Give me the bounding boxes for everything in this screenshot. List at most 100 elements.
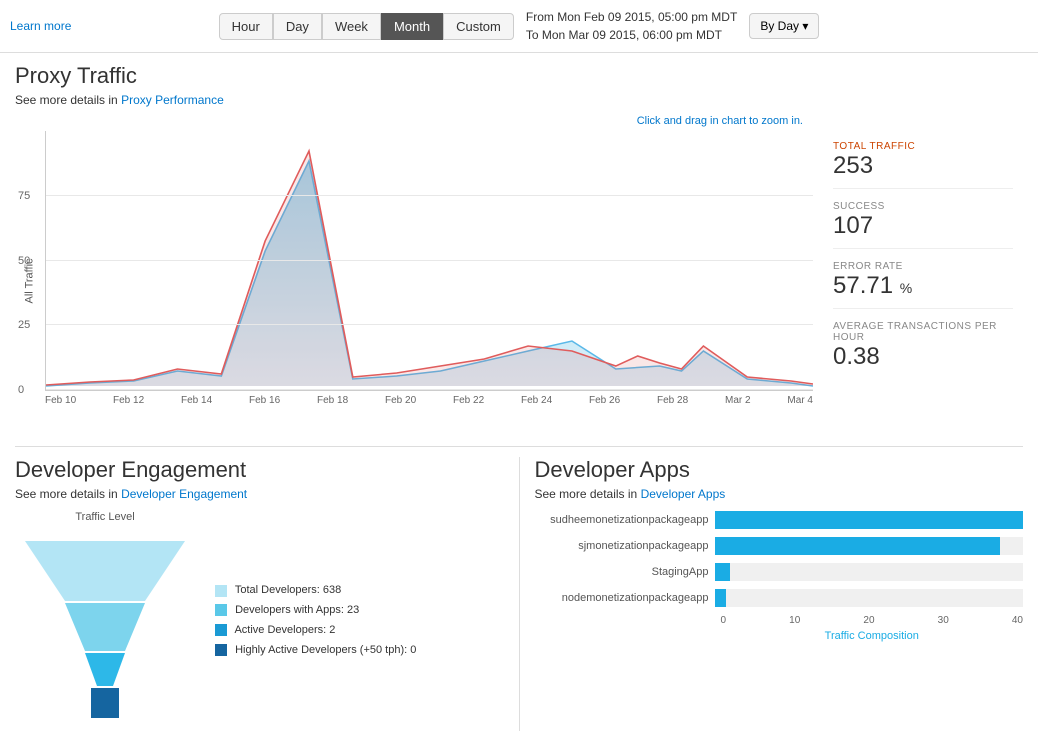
x-axis-title: Traffic Composition [721, 630, 1024, 642]
zoom-hint: Click and drag in chart to zoom in. [15, 115, 1023, 127]
proxy-performance-link[interactable]: Proxy Performance [121, 93, 224, 107]
x-tick-40: 40 [1012, 615, 1023, 626]
bar-row-3: nodemonetizationpackageapp [545, 589, 1024, 607]
x-label-feb16: Feb 16 [249, 395, 280, 406]
funnel-wrapper: Traffic Level [15, 511, 195, 731]
x-label-feb22: Feb 22 [453, 395, 484, 406]
bottom-sections: Developer Engagement See more details in… [15, 446, 1023, 731]
x-tick-0: 0 [721, 615, 727, 626]
legend-dot-0 [215, 585, 227, 597]
funnel-label: Traffic Level [15, 511, 195, 523]
avg-trans-value: 0.38 [833, 343, 1013, 371]
bar-chart-area: sudheemonetizationpackageapp sjmonetizat… [535, 511, 1024, 642]
bar-track-3 [715, 589, 1024, 607]
by-day-button[interactable]: By Day ▾ [749, 13, 819, 39]
legend-dot-2 [215, 624, 227, 636]
x-tick-10: 10 [789, 615, 800, 626]
x-label-feb10: Feb 10 [45, 395, 76, 406]
date-to: To Mon Mar 09 2015, 06:00 pm MDT [526, 26, 737, 44]
x-tick-20: 20 [863, 615, 874, 626]
funnel-container: Traffic Level Total [15, 511, 504, 731]
legend-dot-3 [215, 644, 227, 656]
proxy-traffic-title: Proxy Traffic [15, 63, 1023, 89]
funnel-legend: Total Developers: 638 Developers with Ap… [215, 581, 416, 660]
success-label: SUCCESS [833, 201, 1013, 212]
bar-fill-1 [715, 537, 1000, 555]
funnel-level-3 [85, 653, 125, 686]
dev-engagement-title: Developer Engagement [15, 457, 504, 483]
hour-button[interactable]: Hour [219, 13, 273, 40]
red-line [46, 151, 813, 385]
stats-panel: TOTAL TRAFFIC 253 SUCCESS 107 ERROR RATE… [823, 131, 1023, 431]
error-rate-label: ERROR RATE [833, 261, 1013, 272]
dev-engagement-subtitle: See more details in Developer Engagement [15, 487, 504, 501]
funnel-level-2 [65, 603, 145, 651]
dev-apps-title: Developer Apps [535, 457, 1024, 483]
week-button[interactable]: Week [322, 13, 381, 40]
bar-label-1: sjmonetizationpackageapp [545, 540, 715, 552]
dev-engagement-link[interactable]: Developer Engagement [121, 487, 247, 501]
bar-row-0: sudheemonetizationpackageapp [545, 511, 1024, 529]
bar-fill-2 [715, 563, 730, 581]
bar-row-2: StagingApp [545, 563, 1024, 581]
bar-label-2: StagingApp [545, 566, 715, 578]
traffic-section: All Traffic 75 50 25 0 [15, 131, 1023, 431]
legend-item-2: Active Developers: 2 [215, 621, 416, 641]
learn-more-link[interactable]: Learn more [10, 19, 71, 33]
chart-area[interactable]: 75 50 25 0 [45, 131, 813, 391]
funnel-level-4 [91, 688, 119, 718]
dev-apps-link[interactable]: Developer Apps [641, 487, 726, 501]
developer-engagement-section: Developer Engagement See more details in… [15, 457, 520, 731]
avg-trans-stat: AVERAGE TRANSACTIONS PER HOUR 0.38 [833, 321, 1013, 379]
proxy-traffic-subtitle: See more details in Proxy Performance [15, 93, 1023, 107]
subtitle-prefix: See more details in [15, 93, 121, 107]
date-from: From Mon Feb 09 2015, 05:00 pm MDT [526, 8, 737, 26]
y-tick-25: 25 [18, 319, 30, 331]
y-tick-0: 0 [18, 384, 24, 396]
total-traffic-label: TOTAL TRAFFIC [833, 141, 1013, 152]
month-button[interactable]: Month [381, 13, 443, 40]
x-label-feb24: Feb 24 [521, 395, 552, 406]
bar-track-1 [715, 537, 1024, 555]
error-rate-stat: ERROR RATE 57.71 % [833, 261, 1013, 309]
proxy-chart-svg [46, 131, 813, 391]
custom-button[interactable]: Custom [443, 13, 514, 40]
proxy-traffic-section: Proxy Traffic See more details in Proxy … [15, 63, 1023, 431]
funnel-level-1 [25, 541, 185, 601]
x-labels: Feb 10 Feb 12 Feb 14 Feb 16 Feb 18 Feb 2… [45, 391, 813, 406]
x-axis-labels: 0 10 20 30 40 [721, 615, 1024, 626]
top-bar: Learn more Hour Day Week Month Custom Fr… [0, 0, 1038, 53]
legend-item-0: Total Developers: 638 [215, 581, 416, 601]
y-tick-75: 75 [18, 190, 30, 202]
legend-item-3: Highly Active Developers (+50 tph): 0 [215, 641, 416, 661]
bar-fill-3 [715, 589, 727, 607]
x-label-mar4: Mar 4 [787, 395, 813, 406]
bar-row-1: sjmonetizationpackageapp [545, 537, 1024, 555]
success-stat: SUCCESS 107 [833, 201, 1013, 249]
bar-label-3: nodemonetizationpackageapp [545, 592, 715, 604]
x-label-feb12: Feb 12 [113, 395, 144, 406]
legend-item-1: Developers with Apps: 23 [215, 601, 416, 621]
total-traffic-stat: TOTAL TRAFFIC 253 [833, 141, 1013, 189]
x-label-feb20: Feb 20 [385, 395, 416, 406]
developer-apps-section: Developer Apps See more details in Devel… [520, 457, 1024, 731]
chart-container: All Traffic 75 50 25 0 [15, 131, 813, 431]
bar-label-0: sudheemonetizationpackageapp [545, 514, 715, 526]
dev-apps-subtitle: See more details in Developer Apps [535, 487, 1024, 501]
time-buttons: Hour Day Week Month Custom [219, 13, 514, 40]
x-label-mar2: Mar 2 [725, 395, 751, 406]
success-value: 107 [833, 212, 1013, 240]
x-label-feb26: Feb 26 [589, 395, 620, 406]
y-tick-50: 50 [18, 255, 30, 267]
date-range: From Mon Feb 09 2015, 05:00 pm MDT To Mo… [526, 8, 737, 44]
bar-fill-0 [715, 511, 1024, 529]
funnel-svg [15, 531, 195, 731]
main-content: Proxy Traffic See more details in Proxy … [0, 53, 1038, 741]
bar-track-0 [715, 511, 1024, 529]
total-traffic-value: 253 [833, 152, 1013, 180]
avg-trans-label: AVERAGE TRANSACTIONS PER HOUR [833, 321, 1013, 343]
x-label-feb28: Feb 28 [657, 395, 688, 406]
error-rate-value: 57.71 % [833, 272, 1013, 300]
x-label-feb18: Feb 18 [317, 395, 348, 406]
day-button[interactable]: Day [273, 13, 322, 40]
